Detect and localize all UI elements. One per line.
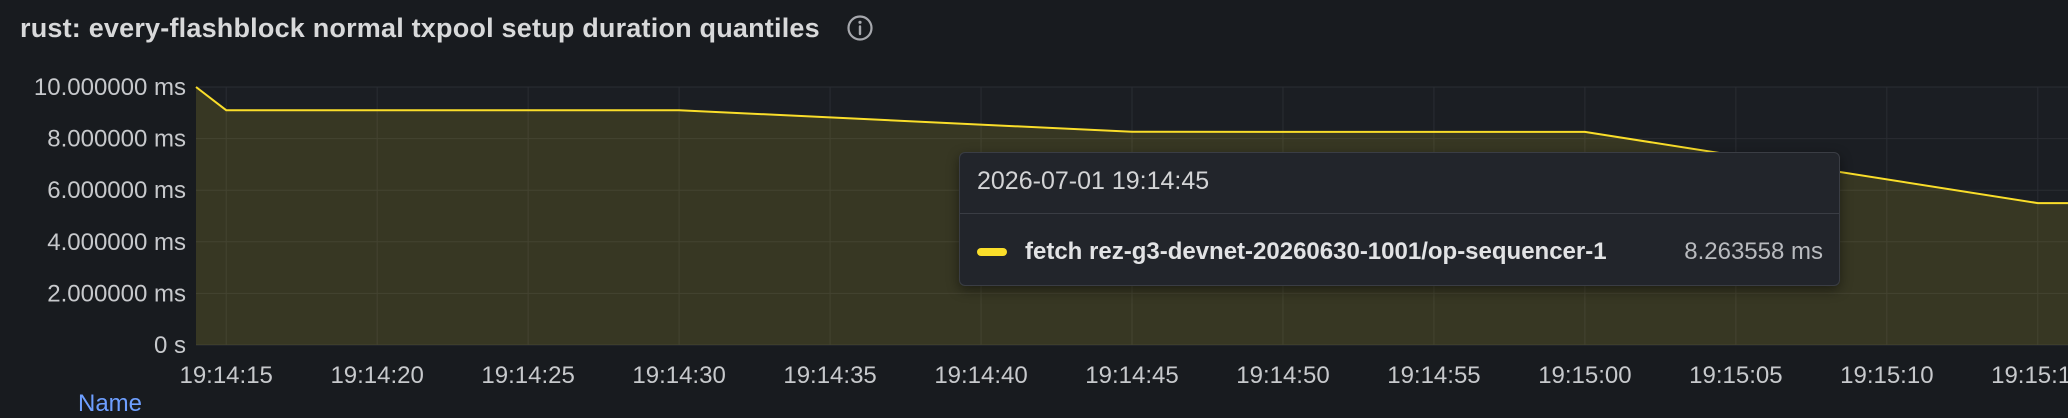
x-tick-label: 19:15:05	[1689, 362, 1782, 389]
legend-name-header[interactable]: Name	[78, 390, 142, 418]
y-tick-label: 8.000000 ms	[47, 126, 186, 153]
x-tick-label: 19:14:30	[632, 362, 725, 389]
y-tick-label: 2.000000 ms	[47, 280, 186, 307]
x-tick-label: 19:15:10	[1840, 362, 1933, 389]
x-tick-label: 19:15:15	[1991, 362, 2068, 389]
y-tick-label: 4.000000 ms	[47, 229, 186, 256]
tooltip-series-name: fetch rez-g3-devnet-20260630-1001/op-seq…	[1025, 238, 1607, 265]
x-tick-label: 19:14:45	[1085, 362, 1178, 389]
tooltip-divider	[960, 213, 1839, 214]
x-tick-label: 19:14:15	[179, 362, 272, 389]
tooltip-row: fetch rez-g3-devnet-20260630-1001/op-seq…	[977, 235, 1823, 269]
x-tick-label: 19:14:35	[783, 362, 876, 389]
x-tick-label: 19:15:00	[1538, 362, 1631, 389]
x-tick-label: 19:14:50	[1236, 362, 1329, 389]
x-tick-label: 19:14:25	[481, 362, 574, 389]
tooltip: 2026-07-01 19:14:45 fetch rez-g3-devnet-…	[959, 152, 1840, 286]
y-tick-label: 6.000000 ms	[47, 177, 186, 204]
x-tick-label: 19:14:20	[330, 362, 423, 389]
y-tick-label: 10.000000 ms	[34, 74, 186, 101]
y-tick-label: 0 s	[154, 332, 186, 359]
x-tick-label: 19:14:55	[1387, 362, 1480, 389]
x-tick-label: 19:14:40	[934, 362, 1027, 389]
tooltip-series-value: 8.263558 ms	[1684, 238, 1823, 265]
chart-panel: rust: every-flashblock normal txpool set…	[0, 0, 2068, 417]
series-color-swatch	[977, 248, 1007, 256]
tooltip-time: 2026-07-01 19:14:45	[977, 167, 1210, 195]
